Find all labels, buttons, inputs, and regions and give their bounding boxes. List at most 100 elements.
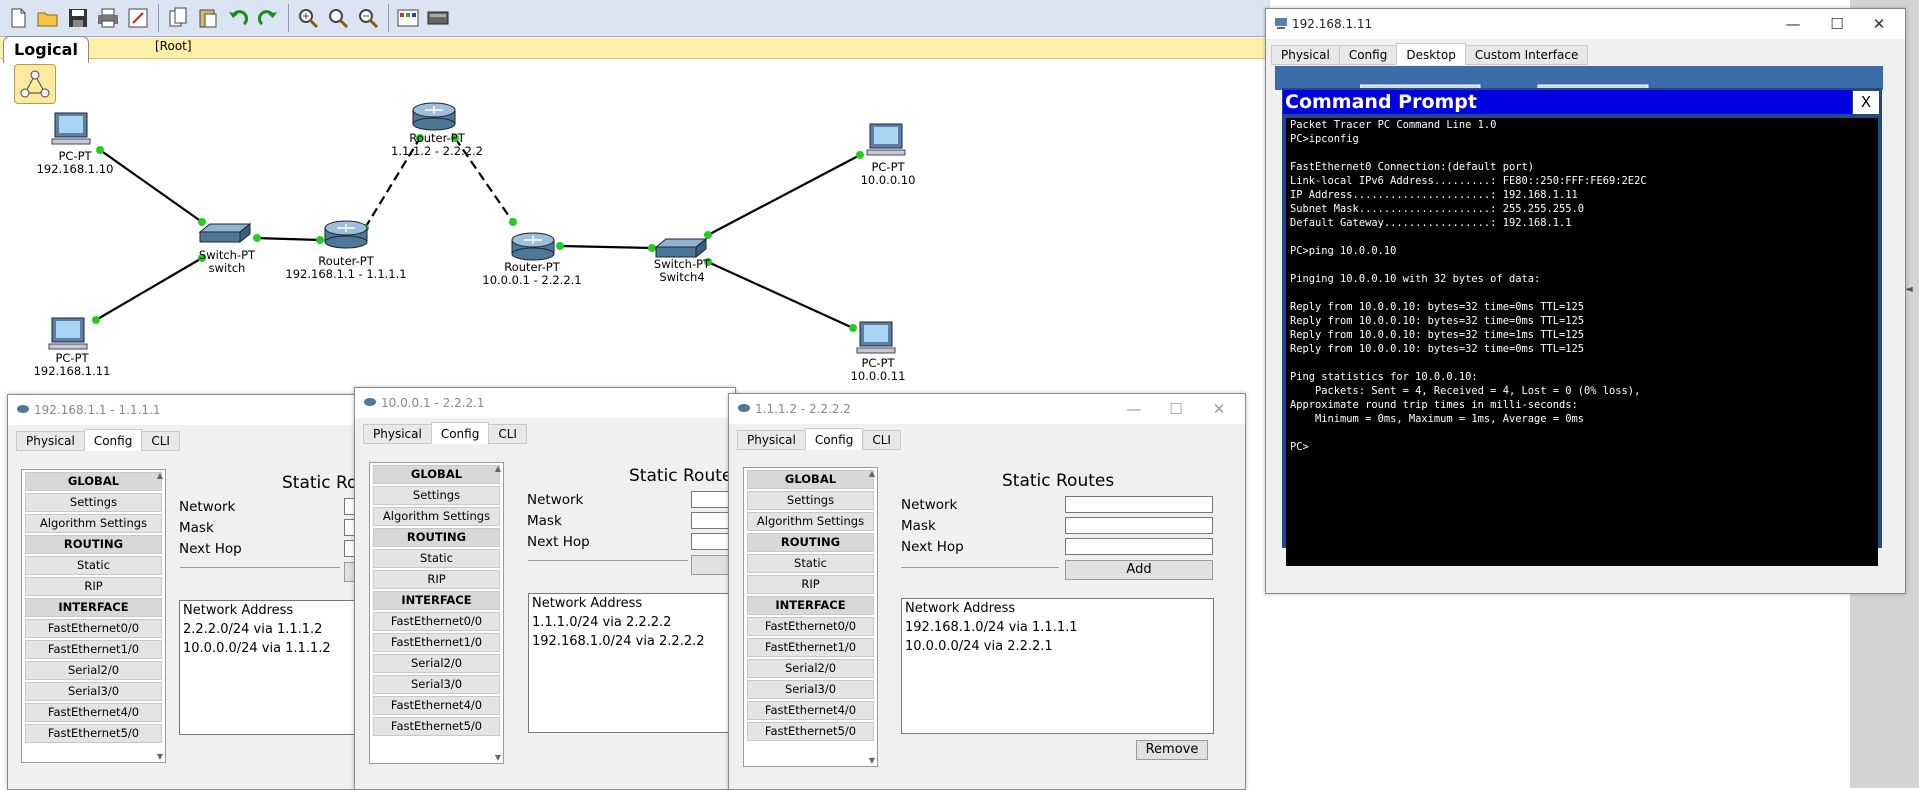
router-window-titlebar[interactable]: 10.0.0.1 - 2.2.2.1: [355, 388, 735, 418]
terminal-line: Default Gateway.................: 192.16…: [1290, 217, 1572, 229]
scroll-down-icon[interactable]: ▼: [869, 756, 875, 765]
maximize-icon[interactable]: ☐: [1826, 15, 1848, 33]
side-item-fastethernet0-0[interactable]: FastEthernet0/0: [25, 619, 162, 638]
tab-desktop[interactable]: Desktop: [1396, 43, 1466, 65]
side-item-fastethernet1-0[interactable]: FastEthernet1/0: [25, 640, 162, 659]
side-item-serial2-0[interactable]: Serial2/0: [25, 661, 162, 680]
side-item-settings[interactable]: Settings: [25, 493, 162, 512]
side-item-global[interactable]: GLOBAL: [747, 470, 874, 489]
side-item-fastethernet4-0[interactable]: FastEthernet4/0: [373, 696, 500, 715]
remove-button[interactable]: Remove: [1136, 740, 1208, 760]
tab-config[interactable]: Config: [804, 428, 864, 450]
side-item-serial3-0[interactable]: Serial3/0: [373, 675, 500, 694]
next-hop-input[interactable]: [1065, 538, 1213, 555]
collapse-arrow-icon[interactable]: ◄: [1905, 284, 1913, 295]
side-item-settings[interactable]: Settings: [747, 491, 874, 510]
minimize-icon[interactable]: —: [1782, 15, 1804, 33]
side-item-settings[interactable]: Settings: [373, 486, 500, 505]
command-prompt-close-button[interactable]: X: [1852, 90, 1880, 115]
side-item-fastethernet0-0[interactable]: FastEthernet0/0: [747, 617, 874, 636]
route-entry[interactable]: 1.1.1.0/24 via 2.2.2.2: [529, 613, 734, 632]
route-entry[interactable]: 10.0.0.0/24 via 2.2.2.1: [902, 637, 1213, 656]
topology-canvas[interactable]: [0, 0, 1270, 390]
config-side-list[interactable]: GLOBAL Settings Algorithm Settings ROUTING S…: [21, 469, 166, 763]
tab-cli[interactable]: CLI: [862, 430, 901, 450]
side-item-serial3-0[interactable]: Serial3/0: [747, 680, 874, 699]
link-router-switch: [559, 244, 653, 250]
side-item-fastethernet4-0[interactable]: FastEthernet4/0: [747, 701, 874, 720]
close-icon[interactable]: ✕: [1208, 400, 1230, 418]
pc-icon: [51, 112, 91, 145]
router-window-titlebar[interactable]: 1.1.1.2 - 2.2.2.2 — ☐ ✕: [729, 394, 1245, 424]
config-side-list[interactable]: GLOBAL Settings Algorithm Settings ROUTING S…: [369, 462, 504, 764]
pc-window-titlebar[interactable]: 192.168.1.11 — ☐ ✕: [1266, 9, 1905, 39]
side-item-fastethernet0-0[interactable]: FastEthernet0/0: [373, 612, 500, 631]
tab-physical[interactable]: Physical: [16, 431, 85, 451]
tab-config[interactable]: Config: [83, 429, 143, 451]
scroll-up-icon[interactable]: ▲: [495, 464, 501, 473]
scroll-down-icon[interactable]: ▼: [157, 752, 163, 761]
maximize-icon[interactable]: ☐: [1165, 400, 1187, 418]
side-item-rip[interactable]: RIP: [25, 577, 162, 596]
side-item-fastethernet5-0[interactable]: FastEthernet5/0: [373, 717, 500, 736]
command-prompt-terminal[interactable]: Packet Tracer PC Command Line 1.0 PC>ipco…: [1286, 118, 1878, 566]
side-item-routing[interactable]: ROUTING: [25, 535, 162, 554]
network-input[interactable]: [1065, 496, 1213, 513]
side-item-algorithm-settings[interactable]: Algorithm Settings: [25, 514, 162, 533]
switch-icon: [198, 222, 252, 244]
side-item-fastethernet4-0[interactable]: FastEthernet4/0: [25, 703, 162, 722]
scroll-down-icon[interactable]: ▼: [495, 753, 501, 762]
close-icon[interactable]: ✕: [1868, 15, 1890, 33]
side-item-serial2-0[interactable]: Serial2/0: [747, 659, 874, 678]
side-item-interface[interactable]: INTERFACE: [747, 596, 874, 615]
tab-custom-interface[interactable]: Custom Interface: [1464, 45, 1589, 65]
tab-physical[interactable]: Physical: [737, 430, 806, 450]
side-item-rip[interactable]: RIP: [747, 575, 874, 594]
config-side-list[interactable]: GLOBAL Settings Algorithm Settings ROUTING S…: [743, 467, 878, 767]
router-window-title: 10.0.0.1 - 2.2.2.1: [381, 396, 485, 410]
route-entry[interactable]: 192.168.1.0/24 via 1.1.1.1: [902, 618, 1213, 637]
side-item-static[interactable]: Static: [373, 549, 500, 568]
mask-input[interactable]: [1065, 517, 1213, 534]
side-item-static[interactable]: Static: [25, 556, 162, 575]
side-item-global[interactable]: GLOBAL: [25, 472, 162, 491]
minimize-icon[interactable]: —: [1123, 400, 1145, 418]
side-item-routing[interactable]: ROUTING: [373, 528, 500, 547]
side-item-fastethernet1-0[interactable]: FastEthernet1/0: [747, 638, 874, 657]
side-item-serial3-0[interactable]: Serial3/0: [25, 682, 162, 701]
tab-cli[interactable]: CLI: [488, 424, 527, 444]
routes-list[interactable]: Network Address 192.168.1.0/24 via 1.1.1…: [901, 598, 1214, 734]
static-routes-title: Static Ro: [282, 473, 358, 493]
router-window-titlebar[interactable]: 192.168.1.1 - 1.1.1.1: [8, 395, 388, 425]
side-item-interface[interactable]: INTERFACE: [373, 591, 500, 610]
config-side-items: GLOBAL Settings Algorithm Settings ROUTING S…: [744, 470, 877, 741]
side-item-rip[interactable]: RIP: [373, 570, 500, 589]
pc-window-title: 192.168.1.11: [1292, 17, 1373, 31]
tab-cli[interactable]: CLI: [141, 431, 180, 451]
side-item-static[interactable]: Static: [747, 554, 874, 573]
scroll-up-icon[interactable]: ▲: [869, 469, 875, 478]
network-address-header: Network Address: [532, 596, 643, 611]
tab-physical[interactable]: Physical: [1271, 45, 1340, 65]
pc-icon: [866, 123, 906, 156]
side-item-serial2-0[interactable]: Serial2/0: [373, 654, 500, 673]
routes-list[interactable]: Network Address 1.1.1.0/24 via 2.2.2.2 1…: [528, 593, 735, 733]
side-item-fastethernet5-0[interactable]: FastEthernet5/0: [747, 722, 874, 741]
side-item-routing[interactable]: ROUTING: [747, 533, 874, 552]
mask-label: Mask: [527, 513, 562, 529]
side-item-algorithm-settings[interactable]: Algorithm Settings: [373, 507, 500, 526]
tab-config[interactable]: Config: [430, 422, 490, 444]
add-button[interactable]: Add: [1065, 560, 1213, 580]
side-item-fastethernet1-0[interactable]: FastEthernet1/0: [373, 633, 500, 652]
tab-config[interactable]: Config: [1338, 45, 1398, 65]
tab-physical[interactable]: Physical: [363, 424, 432, 444]
side-item-algorithm-settings[interactable]: Algorithm Settings: [747, 512, 874, 531]
side-item-fastethernet5-0[interactable]: FastEthernet5/0: [25, 724, 162, 743]
side-item-interface[interactable]: INTERFACE: [25, 598, 162, 617]
side-item-global[interactable]: GLOBAL: [373, 465, 500, 484]
next-hop-label: Next Hop: [179, 541, 242, 557]
route-entry[interactable]: 192.168.1.0/24 via 2.2.2.2: [529, 632, 734, 651]
scroll-up-icon[interactable]: ▲: [157, 471, 163, 480]
